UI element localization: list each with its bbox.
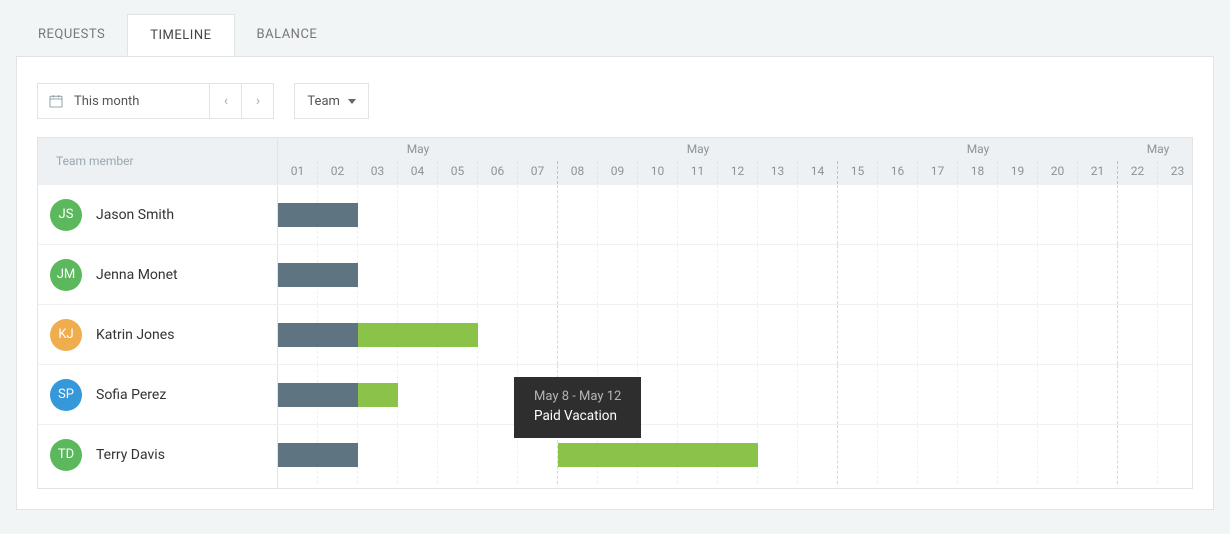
day-header-cell: 16 <box>878 161 918 184</box>
avatar: TD <box>50 439 82 471</box>
day-header-cell: 10 <box>638 161 678 184</box>
day-header-cell: 22 <box>1118 161 1158 184</box>
leave-bar[interactable] <box>278 203 358 227</box>
tab-requests[interactable]: REQUESTS <box>16 14 127 56</box>
month-label: May <box>967 142 990 156</box>
avatar: JS <box>50 199 82 231</box>
table-row: TD Terry Davis May 8 - May 12Paid Vacation <box>38 424 1192 484</box>
day-header-cell: 15 <box>838 161 878 184</box>
chevron-left-icon: ‹ <box>224 93 228 109</box>
day-header-cell: 19 <box>998 161 1038 184</box>
leave-bar[interactable] <box>358 383 398 407</box>
leave-bar[interactable] <box>278 263 358 287</box>
day-header-cell: 20 <box>1038 161 1078 184</box>
table-row: JS Jason Smith <box>38 184 1192 244</box>
member-cell[interactable]: JM Jenna Monet <box>38 245 278 304</box>
day-header-cell: 18 <box>958 161 998 184</box>
tab-balance[interactable]: BALANCE <box>235 14 340 56</box>
tab-timeline[interactable]: TIMELINE <box>127 14 234 56</box>
member-name: Jason Smith <box>96 207 174 223</box>
tooltip: May 8 - May 12 Paid Vacation <box>514 377 641 438</box>
day-header-cell: 02 <box>318 161 358 184</box>
avatar: SP <box>50 379 82 411</box>
member-name: Jenna Monet <box>96 267 178 283</box>
column-header-timeline: MayMayMayMay 010203040506070809101112131… <box>278 138 1192 184</box>
member-name: Katrin Jones <box>96 327 174 343</box>
caret-down-icon <box>348 99 356 104</box>
day-header-cell: 01 <box>278 161 318 184</box>
leave-bar[interactable] <box>278 443 358 467</box>
month-label: May <box>1147 142 1170 156</box>
day-header-cell: 04 <box>398 161 438 184</box>
table-row: KJ Katrin Jones <box>38 304 1192 364</box>
tabs: REQUESTSTIMELINEBALANCE <box>16 14 1214 56</box>
timeline-panel: This month ‹ › Team Team member May May Ma… <box>16 56 1214 510</box>
tooltip-range: May 8 - May 12 <box>534 389 621 404</box>
calendar-icon <box>48 93 64 109</box>
month-label: May <box>687 142 710 156</box>
day-header-cell: 12 <box>718 161 758 184</box>
timeline-grid: Team member MayMayMayMay 010203040506070… <box>37 137 1193 489</box>
date-range-picker[interactable]: This month <box>37 83 210 119</box>
column-header-member: Team member <box>38 138 278 184</box>
table-row: JM Jenna Monet <box>38 244 1192 304</box>
leave-bar[interactable] <box>278 383 358 407</box>
member-cell[interactable]: TD Terry Davis <box>38 425 278 484</box>
leave-bar[interactable] <box>358 323 478 347</box>
month-label: May <box>407 142 430 156</box>
day-header-cell: 03 <box>358 161 398 184</box>
next-period-button[interactable]: › <box>242 83 274 119</box>
day-header-cell: 23 <box>1158 161 1192 184</box>
chevron-right-icon: › <box>256 93 260 109</box>
timeline-cell <box>278 305 1192 364</box>
day-header-cell: 13 <box>758 161 798 184</box>
day-header-cell: 14 <box>798 161 838 184</box>
toolbar: This month ‹ › Team <box>37 83 1193 119</box>
scope-label: Team <box>307 94 340 109</box>
avatar: KJ <box>50 319 82 351</box>
scope-dropdown[interactable]: Team <box>294 83 369 119</box>
member-name: Sofia Perez <box>96 387 166 403</box>
day-header-cell: 05 <box>438 161 478 184</box>
tooltip-label: Paid Vacation <box>534 408 621 424</box>
leave-bar[interactable] <box>558 443 758 467</box>
member-name: Terry Davis <box>96 447 165 463</box>
avatar: JM <box>50 259 82 291</box>
day-header-cell: 07 <box>518 161 558 184</box>
member-cell[interactable]: SP Sofia Perez <box>38 365 278 424</box>
day-header-cell: 21 <box>1078 161 1118 184</box>
day-header-cell: 06 <box>478 161 518 184</box>
date-range-label: This month <box>74 94 139 109</box>
timeline-cell: May 8 - May 12Paid Vacation <box>278 425 1192 484</box>
prev-period-button[interactable]: ‹ <box>210 83 242 119</box>
day-header-cell: 08 <box>558 161 598 184</box>
timeline-cell <box>278 365 1192 424</box>
timeline-cell <box>278 185 1192 244</box>
leave-bar[interactable] <box>278 323 358 347</box>
member-cell[interactable]: KJ Katrin Jones <box>38 305 278 364</box>
timeline-cell <box>278 245 1192 304</box>
day-header-cell: 17 <box>918 161 958 184</box>
day-header-cell: 11 <box>678 161 718 184</box>
day-header-cell: 09 <box>598 161 638 184</box>
member-cell[interactable]: JS Jason Smith <box>38 185 278 244</box>
